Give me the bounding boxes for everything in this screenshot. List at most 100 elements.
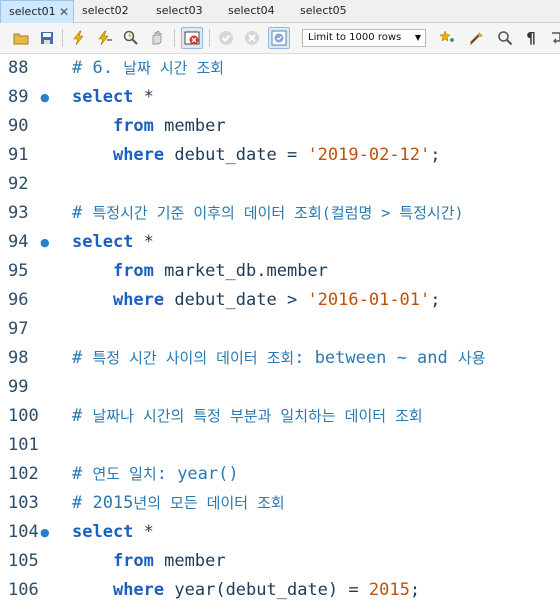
line-number: 102	[8, 464, 39, 484]
code-line[interactable]: 88 # 6. 날짜 시간 조회	[0, 54, 560, 83]
code-line[interactable]: 101	[0, 431, 560, 460]
code-line[interactable]: 98 # 특정 시간 사이의 데이터 조회: between ~ and 사용	[0, 344, 560, 373]
code-token: #	[72, 348, 93, 368]
line-number: 88	[8, 58, 29, 78]
line-number: 95	[8, 261, 29, 281]
code-line[interactable]: 90 from member	[0, 112, 560, 141]
code-line[interactable]: 105 from member	[0, 547, 560, 576]
toggle-continue-icon[interactable]	[181, 27, 203, 49]
code-token: 특정시간 기준 이후의 데이터 조회(컬럼명 > 특정시간)	[92, 204, 464, 222]
code-token: '2019-02-12'	[307, 145, 431, 165]
find-icon[interactable]	[494, 27, 516, 49]
line-number: 98	[8, 348, 29, 368]
tab-select05[interactable]: select05	[292, 0, 366, 22]
execute-icon[interactable]	[68, 27, 90, 49]
tab-label: select02	[82, 4, 129, 17]
code-line[interactable]: 104 ● select *	[0, 518, 560, 547]
code-text: from member	[72, 547, 226, 576]
code-line[interactable]: 89 ● select *	[0, 83, 560, 112]
code-token: '2016-01-01'	[307, 290, 431, 310]
open-folder-icon[interactable]	[10, 27, 32, 49]
code-line[interactable]: 106 where year(debut_date) = 2015;	[0, 576, 560, 605]
tab-label: select03	[156, 4, 203, 17]
beautify-icon[interactable]	[466, 27, 488, 49]
code-line[interactable]: 95 from market_db.member	[0, 257, 560, 286]
code-token: select	[72, 87, 134, 107]
auto-commit-icon[interactable]	[268, 27, 290, 49]
add-snippet-icon[interactable]	[436, 27, 458, 49]
sql-toolbar: Limit to 1000 rows ▼ ¶	[0, 23, 560, 54]
code-line[interactable]: 102 # 연도 일치: year()	[0, 460, 560, 489]
code-text: # 6. 날짜 시간 조회	[72, 54, 224, 83]
code-token: : between ~ and	[294, 348, 458, 368]
code-token: # 2015	[72, 493, 134, 513]
code-line[interactable]: 100 # 날짜나 시간의 특정 부분과 일치하는 데이터 조회	[0, 402, 560, 431]
code-text: # 특정 시간 사이의 데이터 조회: between ~ and 사용	[72, 344, 486, 373]
fold-marker-icon[interactable]: ●	[40, 228, 50, 257]
code-line[interactable]: 103 # 2015년의 모든 데이터 조회	[0, 489, 560, 518]
code-text: from member	[72, 112, 226, 141]
commit-icon[interactable]	[215, 27, 237, 49]
tab-select03[interactable]: select03	[148, 0, 222, 22]
tab-select02[interactable]: select02	[74, 0, 148, 22]
code-token: member	[153, 116, 226, 136]
code-line[interactable]: 94 ● select *	[0, 228, 560, 257]
code-token: member	[153, 551, 226, 571]
fold-marker-icon[interactable]: ●	[40, 83, 50, 112]
code-token: *	[133, 87, 154, 107]
sql-editor[interactable]: 88 # 6. 날짜 시간 조회 89 ● select * 90 from member…	[0, 54, 560, 609]
execute-current-icon[interactable]	[94, 27, 116, 49]
code-token: (debut_date) =	[215, 580, 369, 600]
limit-rows-select[interactable]: Limit to 1000 rows ▼	[302, 29, 426, 47]
stop-icon[interactable]	[146, 27, 168, 49]
code-token: ;	[430, 290, 441, 310]
code-line[interactable]: 92	[0, 170, 560, 199]
code-token: 특정 시간 사이의 데이터 조회	[92, 349, 295, 367]
line-number: 106	[8, 580, 39, 600]
code-token: select	[72, 232, 134, 252]
tab-label: select04	[228, 4, 275, 17]
line-number: 104	[8, 522, 39, 542]
code-text: # 연도 일치: year()	[72, 460, 239, 489]
code-line[interactable]: 97	[0, 315, 560, 344]
code-text: select *	[72, 518, 154, 547]
line-number: 96	[8, 290, 29, 310]
code-token: from	[112, 116, 154, 136]
code-line[interactable]: 93 # 특정시간 기준 이후의 데이터 조회(컬럼명 > 특정시간)	[0, 199, 560, 228]
tab-label: select01	[9, 5, 56, 18]
line-number: 100	[8, 406, 39, 426]
rollback-icon[interactable]	[241, 27, 263, 49]
code-token: #	[72, 464, 93, 484]
explain-icon[interactable]	[120, 27, 142, 49]
code-token: #	[72, 406, 93, 426]
code-token: ;	[430, 145, 441, 165]
tab-select04[interactable]: select04	[220, 0, 294, 22]
line-number: 89	[8, 87, 29, 107]
code-token: ;	[409, 580, 421, 600]
close-tab-icon[interactable]: ✕	[59, 1, 69, 23]
code-token: #	[72, 203, 93, 223]
code-token: where	[112, 580, 165, 600]
line-number: 105	[8, 551, 39, 571]
tab-select01[interactable]: select01 ✕	[0, 0, 74, 23]
code-token: 사용	[457, 349, 486, 367]
code-token: 날짜 시간 조회	[123, 59, 225, 77]
code-token: 연도 일치	[92, 465, 157, 483]
code-text: # 2015년의 모든 데이터 조회	[72, 489, 285, 518]
code-line[interactable]: 99	[0, 373, 560, 402]
line-number: 103	[8, 493, 39, 513]
code-line[interactable]: 91 where debut_date = '2019-02-12';	[0, 141, 560, 170]
code-token: 년의 모든 데이터 조회	[133, 494, 285, 512]
invisible-chars-icon[interactable]: ¶	[520, 27, 542, 49]
code-line[interactable]: 96 where debut_date > '2016-01-01';	[0, 286, 560, 315]
chevron-down-icon: ▼	[414, 33, 421, 42]
line-number: 92	[8, 174, 29, 194]
code-token: *	[133, 522, 154, 542]
wrap-icon[interactable]	[546, 27, 560, 49]
save-icon[interactable]	[36, 27, 58, 49]
fold-marker-icon[interactable]: ●	[40, 518, 50, 547]
